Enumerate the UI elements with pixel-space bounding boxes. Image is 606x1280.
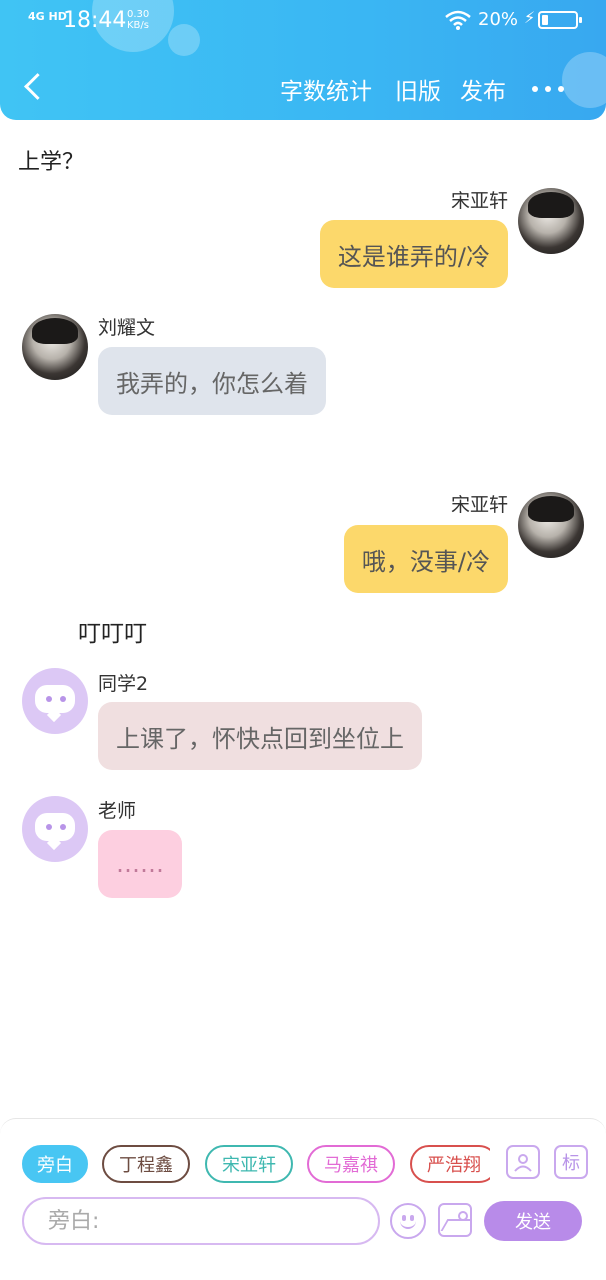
chevron-left-icon[interactable] <box>20 70 48 106</box>
publish-button[interactable]: 发布 <box>460 72 506 106</box>
message-bubble[interactable]: 这是谁弄的/冷 <box>319 220 508 288</box>
avatar[interactable] <box>22 796 88 862</box>
role-chip[interactable]: 宋亚轩 <box>205 1145 293 1183</box>
sender-name: 老师 <box>98 800 137 822</box>
word-count-button[interactable]: 字数统计 <box>280 72 372 106</box>
battery-percent: 20% <box>478 9 519 30</box>
more-dots-icon[interactable] <box>532 86 566 92</box>
clock: 18:44 <box>63 8 127 33</box>
battery-level <box>542 15 548 25</box>
narration-text: 上学？ <box>18 150 85 175</box>
message-input[interactable] <box>22 1197 380 1245</box>
role-chip-narrator[interactable]: 旁白 <box>22 1145 88 1183</box>
network-speed: 0.30 KB/s <box>127 9 150 31</box>
person-icon[interactable] <box>506 1145 540 1179</box>
app-header: 4G HD 18:44 0.30 KB/s 20% ⚡ 字数统计 旧版 发布 <box>0 0 606 120</box>
battery-icon <box>538 11 582 29</box>
sender-name: 宋亚轩 <box>450 494 508 516</box>
role-chip[interactable]: 马嘉祺 <box>307 1145 395 1183</box>
avatar[interactable] <box>518 188 584 254</box>
smiley-icon[interactable] <box>390 1203 426 1239</box>
wifi-icon <box>445 10 471 30</box>
sender-name: 刘耀文 <box>98 317 156 339</box>
role-chip[interactable]: 丁程鑫 <box>102 1145 190 1183</box>
narration-text: 叮叮叮 <box>78 621 147 647</box>
old-version-button[interactable]: 旧版 <box>395 72 441 106</box>
role-chip[interactable]: 严浩翔 <box>410 1145 490 1183</box>
avatar[interactable] <box>22 314 88 380</box>
bolt-icon: ⚡ <box>524 8 536 27</box>
message-bubble[interactable]: …… <box>98 830 182 898</box>
image-icon[interactable] <box>438 1203 472 1237</box>
send-button[interactable]: 发送 <box>484 1201 582 1241</box>
signal-indicator: 4G HD <box>28 10 67 23</box>
tag-button[interactable]: 标 <box>554 1145 588 1179</box>
message-bubble[interactable]: 哦，没事/冷 <box>343 525 508 593</box>
app-bar: 字数统计 旧版 发布 <box>0 60 606 116</box>
avatar[interactable] <box>22 668 88 734</box>
message-bubble[interactable]: 上课了，怀快点回到坐位上 <box>98 702 422 770</box>
status-bar: 4G HD 18:44 0.30 KB/s 20% ⚡ <box>0 0 606 44</box>
sender-name: 宋亚轩 <box>450 190 508 212</box>
message-bubble[interactable]: 我弄的，你怎么着 <box>98 347 326 415</box>
role-chip-list[interactable]: 旁白 丁程鑫 宋亚轩 马嘉祺 严浩翔 <box>0 1119 490 1209</box>
composer-panel: 旁白 丁程鑫 宋亚轩 马嘉祺 严浩翔 标 发送 <box>0 1118 606 1280</box>
avatar[interactable] <box>518 492 584 558</box>
sender-name: 同学2 <box>98 673 149 695</box>
